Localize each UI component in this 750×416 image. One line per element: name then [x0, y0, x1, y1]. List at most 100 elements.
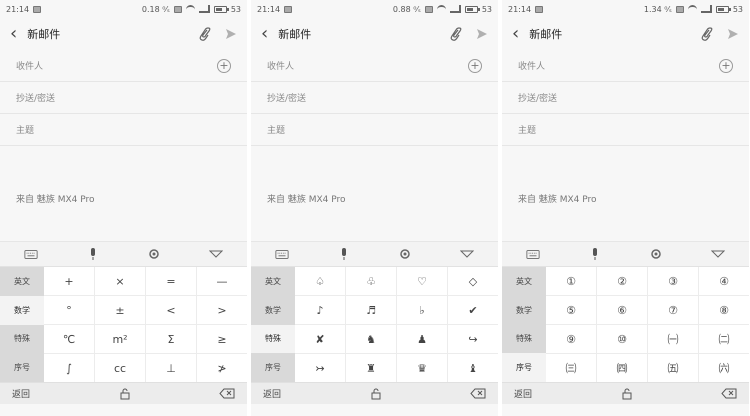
category-math[interactable]: 数学: [502, 296, 546, 325]
category-special[interactable]: 特殊: [0, 325, 44, 354]
symbol-key[interactable]: ∫: [44, 354, 94, 382]
return-button[interactable]: 返回: [263, 387, 281, 400]
category-math[interactable]: 数学: [0, 295, 44, 325]
return-button[interactable]: 返回: [12, 387, 30, 400]
symbol-key[interactable]: ⊥: [146, 354, 196, 382]
symbol-key[interactable]: Σ: [146, 325, 196, 353]
symbol-key[interactable]: ♭: [397, 296, 447, 324]
symbol-key[interactable]: °: [44, 296, 94, 324]
cc-bcc-field[interactable]: 抄送/密送: [0, 82, 247, 114]
symbol-key[interactable]: ≥: [197, 325, 247, 353]
symbol-key[interactable]: +: [44, 267, 94, 295]
paperclip-icon[interactable]: [450, 27, 462, 41]
category-ordinal[interactable]: 序号: [251, 353, 295, 382]
category-english[interactable]: 英文: [251, 267, 295, 296]
keyboard-icon[interactable]: [275, 247, 289, 261]
message-body[interactable]: 来自 魅族 MX4 Pro: [502, 146, 749, 241]
back-arrow-icon[interactable]: ‹: [261, 25, 268, 43]
category-english[interactable]: 英文: [0, 267, 44, 296]
cc-bcc-field[interactable]: 抄送/密送: [251, 82, 498, 114]
category-special[interactable]: 特殊: [502, 325, 546, 354]
symbol-key[interactable]: <: [146, 296, 196, 324]
symbol-key[interactable]: ⑥: [597, 296, 647, 324]
symbol-key[interactable]: ♜: [346, 354, 396, 382]
symbol-key[interactable]: ♟: [397, 325, 447, 353]
symbol-key[interactable]: ✘: [295, 325, 345, 353]
return-button[interactable]: 返回: [514, 387, 532, 400]
category-math[interactable]: 数学: [251, 296, 295, 325]
add-recipient-icon[interactable]: +: [217, 58, 231, 73]
symbol-key[interactable]: ㈠: [648, 325, 698, 353]
keyboard-icon[interactable]: [526, 247, 540, 261]
recipient-field[interactable]: 收件人 +: [0, 50, 247, 82]
symbol-key[interactable]: ♤: [295, 267, 345, 295]
symbol-key[interactable]: ♪: [295, 296, 345, 324]
symbol-key[interactable]: —: [197, 267, 247, 295]
symbol-key[interactable]: ↪: [448, 325, 498, 353]
symbol-key[interactable]: =: [146, 267, 196, 295]
microphone-icon[interactable]: [86, 247, 100, 261]
symbol-key[interactable]: ④: [699, 267, 749, 295]
symbol-key[interactable]: ㈡: [699, 325, 749, 353]
backspace-icon[interactable]: [219, 388, 235, 399]
add-recipient-icon[interactable]: +: [468, 58, 482, 73]
symbol-key[interactable]: ㈤: [648, 354, 698, 382]
gear-icon[interactable]: [649, 247, 663, 261]
back-arrow-icon[interactable]: ‹: [10, 25, 17, 43]
chevron-down-icon[interactable]: [711, 247, 726, 261]
symbol-key[interactable]: ②: [597, 267, 647, 295]
send-icon[interactable]: [225, 28, 237, 40]
category-ordinal[interactable]: 序号: [0, 353, 44, 382]
symbol-key[interactable]: ㈢: [546, 354, 596, 382]
back-arrow-icon[interactable]: ‹: [512, 25, 519, 43]
symbol-key[interactable]: ±: [95, 296, 145, 324]
lock-icon[interactable]: [119, 387, 131, 400]
symbol-key[interactable]: ♛: [397, 354, 447, 382]
symbol-key[interactable]: ✔: [448, 296, 498, 324]
send-icon[interactable]: [727, 28, 739, 40]
message-body[interactable]: 来自 魅族 MX4 Pro: [0, 146, 247, 241]
symbol-key[interactable]: ♬: [346, 296, 396, 324]
backspace-icon[interactable]: [721, 388, 737, 399]
chevron-down-icon[interactable]: [209, 247, 224, 261]
symbol-key[interactable]: ℃: [44, 325, 94, 353]
keyboard-icon[interactable]: [24, 247, 38, 261]
symbol-key[interactable]: ⑦: [648, 296, 698, 324]
paperclip-icon[interactable]: [701, 27, 713, 41]
symbol-key[interactable]: ③: [648, 267, 698, 295]
cc-bcc-field[interactable]: 抄送/密送: [502, 82, 749, 114]
symbol-key[interactable]: cc: [95, 354, 145, 382]
paperclip-icon[interactable]: [199, 27, 211, 41]
microphone-icon[interactable]: [588, 247, 602, 261]
send-icon[interactable]: [476, 28, 488, 40]
subject-field[interactable]: 主题: [251, 114, 498, 146]
symbol-key[interactable]: ↣: [295, 354, 345, 382]
gear-icon[interactable]: [398, 247, 412, 261]
category-english[interactable]: 英文: [502, 267, 546, 296]
symbol-key[interactable]: ㈥: [699, 354, 749, 382]
add-recipient-icon[interactable]: +: [719, 58, 733, 73]
lock-icon[interactable]: [370, 387, 382, 400]
subject-field[interactable]: 主题: [502, 114, 749, 146]
symbol-key[interactable]: >: [197, 296, 247, 324]
symbol-key[interactable]: ≯: [197, 354, 247, 382]
message-body[interactable]: 来自 魅族 MX4 Pro: [251, 146, 498, 241]
chevron-down-icon[interactable]: [460, 247, 475, 261]
symbol-key[interactable]: ◇: [448, 267, 498, 295]
symbol-key[interactable]: ♝: [448, 354, 498, 382]
backspace-icon[interactable]: [470, 388, 486, 399]
symbol-key[interactable]: ⑩: [597, 325, 647, 353]
category-special[interactable]: 特殊: [251, 324, 295, 354]
category-ordinal[interactable]: 序号: [502, 353, 546, 382]
recipient-field[interactable]: 收件人 +: [251, 50, 498, 82]
symbol-key[interactable]: m²: [95, 325, 145, 353]
subject-field[interactable]: 主题: [0, 114, 247, 146]
recipient-field[interactable]: 收件人 +: [502, 50, 749, 82]
symbol-key[interactable]: ㈣: [597, 354, 647, 382]
symbol-key[interactable]: ⑨: [546, 325, 596, 353]
symbol-key[interactable]: ♡: [397, 267, 447, 295]
symbol-key[interactable]: ⑧: [699, 296, 749, 324]
microphone-icon[interactable]: [337, 247, 351, 261]
symbol-key[interactable]: ×: [95, 267, 145, 295]
symbol-key[interactable]: ①: [546, 267, 596, 295]
